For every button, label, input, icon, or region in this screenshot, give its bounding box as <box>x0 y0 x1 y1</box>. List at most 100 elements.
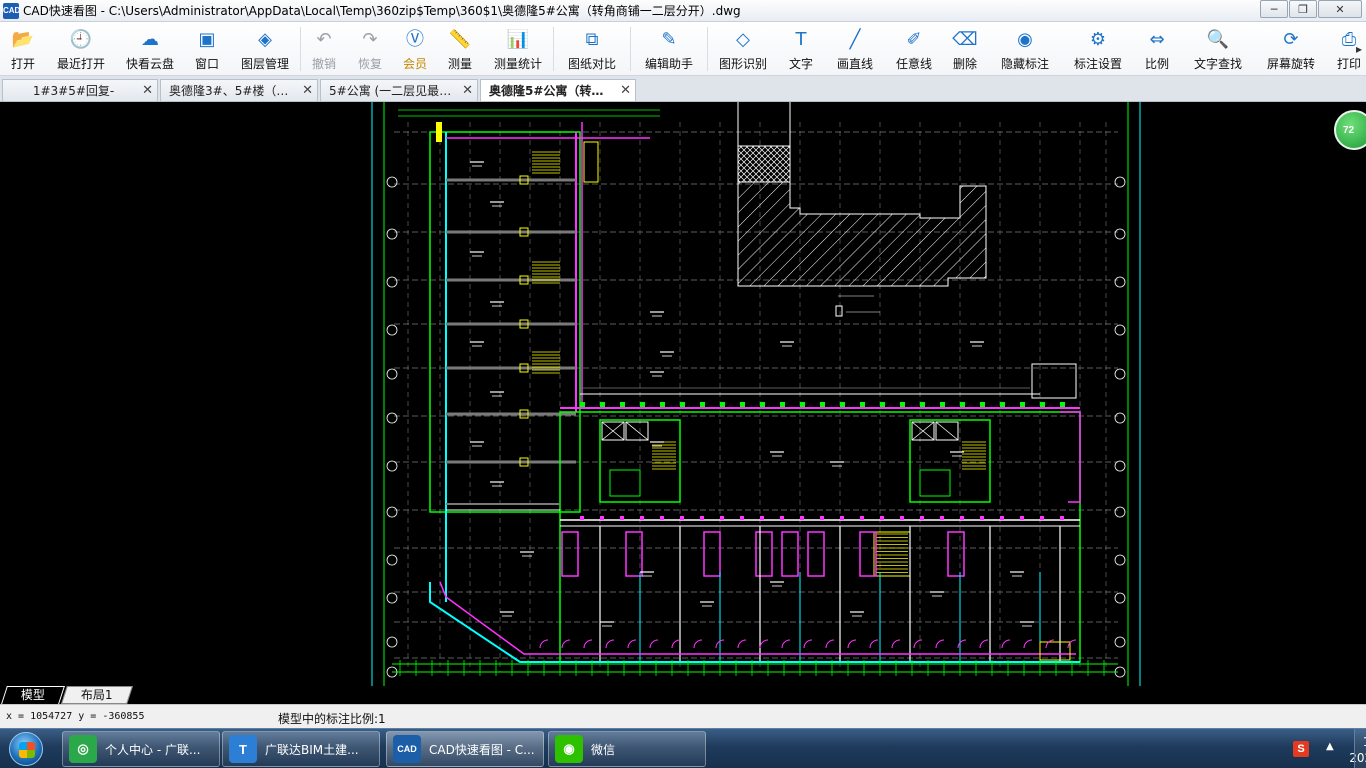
toolbar-button-window[interactable]: ▣ 窗口 <box>184 22 230 76</box>
minimize-button[interactable]: ─ <box>1260 0 1288 18</box>
tab-layout1[interactable]: 布局1 <box>61 686 133 704</box>
tab-close-icon[interactable]: ✕ <box>620 83 631 98</box>
toolbar-button-label: 图纸对比 <box>567 57 616 71</box>
axis-bubble <box>386 636 398 648</box>
toolbar-button-ruler[interactable]: 📏 测量 <box>437 22 483 76</box>
toolbar-button-layers[interactable]: ◈ 图层管理 <box>230 22 300 76</box>
axis-bubble <box>1114 276 1126 288</box>
elevator-cross <box>935 421 959 441</box>
column-marker <box>580 516 584 520</box>
toolbar-button-label: 快看云盘 <box>125 57 174 71</box>
axis-bubble <box>1114 228 1126 240</box>
axis-bubble <box>1114 324 1126 336</box>
axis-bubble <box>1114 176 1126 188</box>
axis-bubble <box>1114 636 1126 648</box>
door-swing <box>539 639 549 649</box>
toolbar-button-hide-eye[interactable]: ◉ 隐藏标注 <box>988 22 1062 76</box>
toolbar-button-vip[interactable]: Ⓥ 会员 <box>393 22 437 76</box>
column-marker <box>1020 516 1024 520</box>
axis-bubble <box>1114 592 1126 604</box>
toolbar-button-undo[interactable]: ↶ 撤销 <box>301 22 347 76</box>
sogou-input-icon[interactable]: S <box>1293 741 1309 757</box>
compare-icon: ⧉ <box>585 29 599 50</box>
tab-close-icon[interactable]: ✕ <box>462 83 473 98</box>
taskbar-button[interactable]: CAD CAD快速看图 - C... <box>386 731 544 767</box>
status-bar: x = 1054727 y = -360855 模型中的标注比例:1 <box>0 704 1366 728</box>
crosshatch-area <box>737 145 791 183</box>
toolbar-button-open-folder[interactable]: 📂 打开 <box>0 22 46 76</box>
column-marker <box>740 402 745 407</box>
app-logo-icon: CAD <box>3 2 20 19</box>
stair-block <box>1039 641 1071 661</box>
column-marker <box>780 516 784 520</box>
toolbar-button-label: 任意线 <box>895 57 932 71</box>
shape-recognize-icon: ◇ <box>736 29 750 50</box>
toolbar-button-compare[interactable]: ⧉ 图纸对比 <box>554 22 630 76</box>
toolbar-button-eraser[interactable]: ⌫ 删除 <box>942 22 988 76</box>
text-icon: T <box>795 29 807 50</box>
tab-label: 5#公寓 (一二层见最新··· <box>329 84 457 98</box>
toolbar-button-line[interactable]: ╱ 画直线 <box>824 22 886 76</box>
tab-close-icon[interactable]: ✕ <box>142 83 153 98</box>
restore-button[interactable]: ❐ <box>1289 0 1317 18</box>
taskbar-button-label: 广联达BIM土建... <box>265 742 359 757</box>
door-swing <box>561 639 571 649</box>
tab-label: 1#3#5#回复- <box>32 84 115 98</box>
tab-close-icon[interactable]: ✕ <box>302 83 313 98</box>
toolbar-button-label: 打印 <box>1336 57 1361 71</box>
toolbar-button-label: 图形识别 <box>718 57 767 71</box>
toolbar-button-annotation-settings[interactable]: ⚙ 标注设置 <box>1062 22 1134 76</box>
building-outline <box>429 131 581 513</box>
toolbar-button-recent-clock[interactable]: 🕘 最近打开 <box>46 22 116 76</box>
column-marker <box>920 516 924 520</box>
start-button[interactable] <box>4 731 48 767</box>
column-marker <box>680 402 685 407</box>
toolbar-button-label: 测量 <box>447 57 472 71</box>
document-tab[interactable]: 奥德隆5#公寓（转角··· ✕ <box>480 79 636 101</box>
tab-model[interactable]: 模型 <box>1 686 65 704</box>
column-marker <box>1040 516 1044 520</box>
close-button[interactable]: ✕ <box>1318 0 1362 18</box>
shop-partition <box>947 531 965 577</box>
toolbar-button-text[interactable]: T 文字 <box>778 22 824 76</box>
door-swing <box>583 639 593 649</box>
toolbar-button-shape-recognize[interactable]: ◇ 图形识别 <box>708 22 778 76</box>
toolbar-button-edit-assistant[interactable]: ✎ 编辑助手 <box>631 22 707 76</box>
edit-assistant-icon: ✎ <box>661 29 677 50</box>
column-marker <box>860 516 864 520</box>
column-marker <box>800 516 804 520</box>
door-swing <box>891 639 901 649</box>
column-marker <box>1060 516 1064 520</box>
cad-drawing[interactable] <box>0 102 1366 686</box>
column-marker <box>620 402 625 407</box>
toolbar-button-label: 最近打开 <box>56 57 105 71</box>
document-tab[interactable]: 5#公寓 (一二层见最新··· ✕ <box>320 79 478 101</box>
document-tab[interactable]: 奥德隆3#、5#楼（回复） ✕ <box>160 79 318 101</box>
shop-partition <box>561 531 579 577</box>
shop-partition <box>781 531 799 577</box>
toolbar-more-icon[interactable]: ▸ <box>1356 42 1362 56</box>
door-swing <box>1001 639 1011 649</box>
toolbar-button-redo[interactable]: ↷ 恢复 <box>347 22 393 76</box>
axis-bubble <box>386 554 398 566</box>
taskbar-button[interactable]: ◎ 个人中心 - 广联... <box>62 731 220 767</box>
toolbar-button-cloud[interactable]: ☁ 快看云盘 <box>116 22 184 76</box>
document-tab[interactable]: 1#3#5#回复- ✕ <box>2 79 158 101</box>
title-bar: CAD CAD快速看图 - C:\Users\Administrator\App… <box>0 0 1366 22</box>
show-desktop-button[interactable] <box>1354 729 1366 768</box>
toolbar-button-scale[interactable]: ⇔ 比例 <box>1134 22 1180 76</box>
toolbar-button-freehand-pen[interactable]: ✐ 任意线 <box>886 22 942 76</box>
column-marker <box>660 516 664 520</box>
toolbar-button-measure-stats[interactable]: 📊 测量统计 <box>483 22 553 76</box>
room-outline <box>609 469 641 497</box>
tray-expand-icon[interactable]: ▲ <box>1326 741 1334 752</box>
zoom-badge[interactable]: 72 <box>1334 110 1366 150</box>
axis-bubble <box>1114 368 1126 380</box>
door-swing <box>671 639 681 649</box>
toolbar-button-rotate-screen[interactable]: ⟳ 屏幕旋转 <box>1256 22 1326 76</box>
shop-partition <box>807 531 825 577</box>
toolbar-button-text-search[interactable]: 🔍 文字查找 <box>1180 22 1256 76</box>
taskbar-button[interactable]: ◉ 微信 <box>548 731 706 767</box>
taskbar-button[interactable]: T 广联达BIM土建... <box>222 731 380 767</box>
drawing-canvas[interactable]: 72 <box>0 102 1366 686</box>
